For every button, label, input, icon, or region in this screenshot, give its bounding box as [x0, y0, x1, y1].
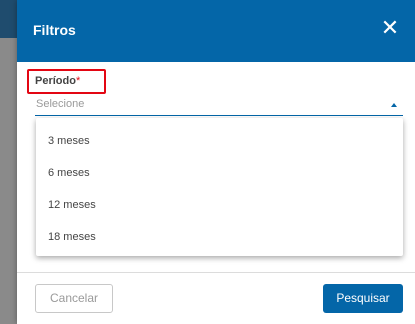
- filters-modal: Filtros ✕ Período* Selecione 3 meses 6 m…: [17, 0, 415, 324]
- modal-header: Filtros ✕: [17, 0, 415, 62]
- caret-up-icon: [391, 103, 397, 107]
- option-6-meses[interactable]: 6 meses: [36, 156, 403, 188]
- required-mark: *: [75, 75, 81, 87]
- periodo-label-text: Período: [35, 75, 76, 87]
- close-icon[interactable]: ✕: [379, 18, 401, 40]
- periodo-dropdown: 3 meses 6 meses 12 meses 18 meses: [36, 118, 403, 256]
- option-3-meses[interactable]: 3 meses: [36, 124, 403, 156]
- periodo-label: Período*: [27, 69, 106, 94]
- option-label: 12 meses: [48, 199, 96, 211]
- footer-divider: [17, 272, 415, 273]
- option-label: 3 meses: [48, 135, 90, 147]
- select-placeholder: Selecione: [36, 98, 85, 110]
- cancel-button[interactable]: Cancelar: [35, 284, 113, 313]
- option-12-meses[interactable]: 12 meses: [36, 188, 403, 220]
- option-18-meses[interactable]: 18 meses: [36, 220, 403, 252]
- modal-title: Filtros: [33, 22, 76, 38]
- option-label: 18 meses: [48, 231, 96, 243]
- periodo-select[interactable]: Selecione: [35, 96, 403, 116]
- option-label: 6 meses: [48, 167, 90, 179]
- search-button[interactable]: Pesquisar: [323, 284, 403, 313]
